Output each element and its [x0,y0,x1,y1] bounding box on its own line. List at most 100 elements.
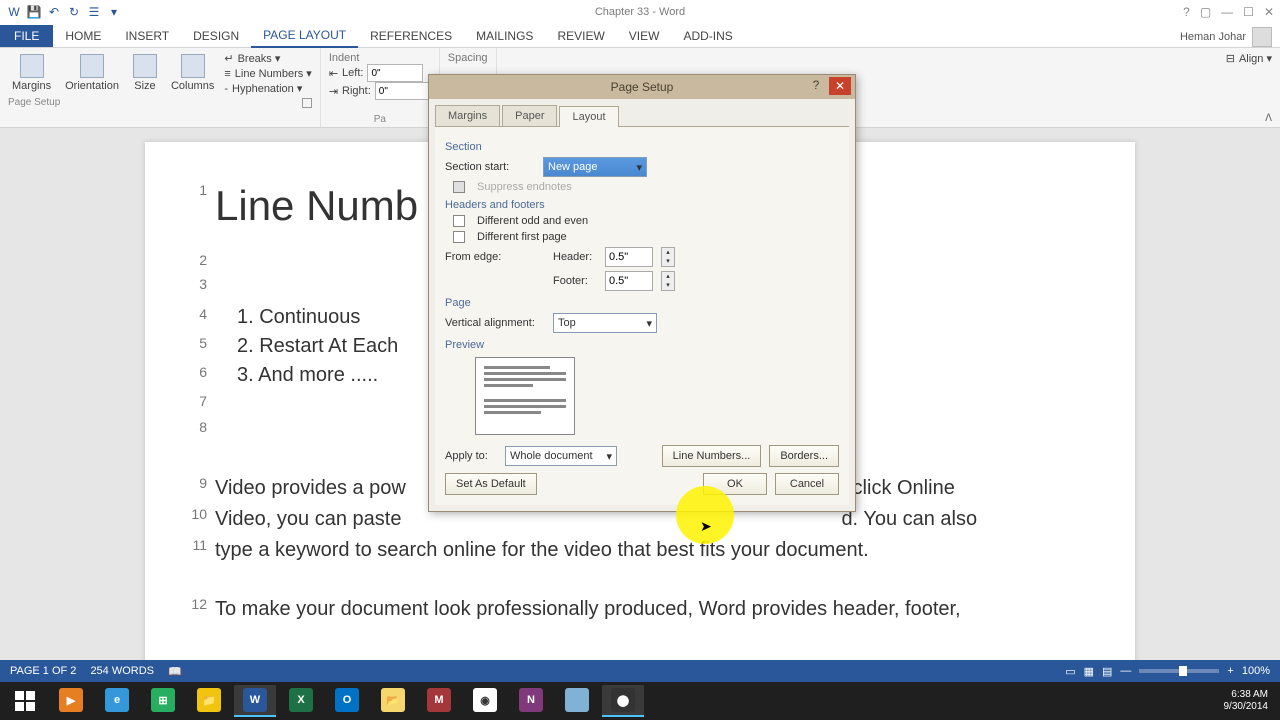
header-spinner[interactable]: ▴▾ [661,247,675,267]
indent-left-input[interactable] [367,64,423,82]
quick-access-toolbar: W 💾 ↶ ↻ ☰ ▾ [0,4,122,20]
dialog-title-bar[interactable]: Page Setup ? ✕ [429,75,855,99]
indent-left-icon: ⇤ [329,67,338,80]
taskbar-excel[interactable]: X [280,685,322,717]
margins-button[interactable]: Margins [8,52,55,95]
redo-icon[interactable]: ↻ [66,4,82,20]
minimize-icon[interactable]: — [1221,5,1233,19]
user-area[interactable]: Heman Johar [1180,27,1280,47]
maximize-icon[interactable]: ☐ [1243,5,1254,19]
tab-view[interactable]: VIEW [617,25,672,47]
touch-mode-icon[interactable]: ☰ [86,4,102,20]
save-icon[interactable]: 💾 [26,4,42,20]
section-start-select[interactable]: New page [543,157,647,177]
line-numbers-button[interactable]: Line Numbers... [662,445,762,467]
avatar [1252,27,1272,47]
dialog-help-icon[interactable]: ? [807,78,825,96]
taskbar-onenote[interactable]: N [510,685,552,717]
indent-right-input[interactable] [375,82,431,100]
close-icon[interactable]: ✕ [1264,5,1274,19]
tab-page-layout[interactable]: PAGE LAYOUT [251,24,358,48]
taskbar: ▶ e ⊞ 📁 W X O 📂 M ◉ N ⬤ 6:38 AM 9/30/201… [0,682,1280,720]
taskbar-files[interactable]: 📁 [188,685,230,717]
taskbar-explorer[interactable]: 📂 [372,685,414,717]
columns-button[interactable]: Columns [167,52,218,95]
tab-home[interactable]: HOME [53,25,113,47]
proofing-icon[interactable]: 📖 [168,665,182,678]
tab-margins[interactable]: Margins [435,105,500,126]
tab-references[interactable]: REFERENCES [358,25,464,47]
tab-mailings[interactable]: MAILINGS [464,25,545,47]
ok-button[interactable]: OK [703,473,767,495]
group-page-setup: Margins Orientation Size Columns ↵Breaks… [0,48,321,127]
vertical-alignment-select[interactable]: Top [553,313,657,333]
suppress-endnotes-checkbox [453,181,465,193]
tab-insert[interactable]: INSERT [113,25,181,47]
zoom-out-icon[interactable]: — [1120,665,1131,677]
group-label-paragraph: Pa [329,112,431,125]
size-button[interactable]: Size [129,52,161,95]
taskbar-clock[interactable]: 6:38 AM 9/30/2014 [1224,689,1277,713]
line-numbers-icon: ≡ [224,68,230,80]
dialog-title: Page Setup [611,80,674,94]
tab-design[interactable]: DESIGN [181,25,251,47]
collapse-ribbon-icon[interactable]: ᐱ [1265,113,1272,124]
taskbar-app1[interactable] [556,685,598,717]
ribbon-options-icon[interactable]: ▢ [1200,5,1211,19]
indent-right-icon: ⇥ [329,85,338,98]
taskbar-media[interactable]: ▶ [50,685,92,717]
word-icon: W [6,4,22,20]
window-controls: ? ▢ — ☐ ✕ [1183,5,1274,19]
tab-layout[interactable]: Layout [559,106,618,127]
preview-box [475,357,575,435]
taskbar-word[interactable]: W [234,685,276,717]
breaks-button[interactable]: ↵Breaks ▾ [224,52,311,65]
window-title: Chapter 33 - Word [595,6,685,18]
align-button[interactable]: ⊟Align ▾ [1226,52,1272,65]
columns-icon [181,54,205,78]
header-distance-input[interactable] [605,247,653,267]
borders-button[interactable]: Borders... [769,445,839,467]
start-button[interactable] [4,685,46,717]
taskbar-access[interactable]: M [418,685,460,717]
margins-icon [20,54,44,78]
set-as-default-button[interactable]: Set As Default [445,473,537,495]
tab-paper[interactable]: Paper [502,105,557,126]
breaks-icon: ↵ [224,52,233,65]
hyphenation-button[interactable]: ‐Hyphenation ▾ [224,82,311,95]
odd-even-checkbox[interactable] [453,215,465,227]
title-bar: W 💾 ↶ ↻ ☰ ▾ Chapter 33 - Word ? ▢ — ☐ ✕ [0,0,1280,24]
taskbar-store[interactable]: ⊞ [142,685,184,717]
tab-addins[interactable]: ADD-INS [671,25,744,47]
orientation-button[interactable]: Orientation [61,52,123,95]
view-print-icon[interactable]: ▦ [1084,665,1094,678]
page-count[interactable]: PAGE 1 OF 2 [10,665,76,677]
first-page-checkbox[interactable] [453,231,465,243]
taskbar-app2[interactable]: ⬤ [602,685,644,717]
cancel-button[interactable]: Cancel [775,473,839,495]
view-read-icon[interactable]: ▭ [1065,665,1075,678]
word-count[interactable]: 254 WORDS [90,665,154,677]
undo-icon[interactable]: ↶ [46,4,62,20]
taskbar-chrome[interactable]: ◉ [464,685,506,717]
line-numbers-button[interactable]: ≡Line Numbers ▾ [224,67,311,80]
zoom-in-icon[interactable]: + [1227,665,1233,677]
taskbar-outlook[interactable]: O [326,685,368,717]
hyphenation-icon: ‐ [224,83,228,95]
footer-distance-input[interactable] [605,271,653,291]
orientation-icon [80,54,104,78]
footer-spinner[interactable]: ▴▾ [661,271,675,291]
taskbar-ie[interactable]: e [96,685,138,717]
zoom-level[interactable]: 100% [1242,665,1270,677]
dialog-body: Section Section start: New page Suppress… [435,126,849,505]
group-indent: Indent ⇤Left: ⇥Right: Pa [321,48,440,127]
page-setup-launcher[interactable] [302,98,312,108]
qat-more-icon[interactable]: ▾ [106,4,122,20]
tab-review[interactable]: REVIEW [545,25,616,47]
view-web-icon[interactable]: ▤ [1102,665,1112,678]
apply-to-select[interactable]: Whole document [505,446,617,466]
help-icon[interactable]: ? [1183,5,1190,19]
group-label-page-setup: Page Setup [8,95,60,108]
dialog-close-icon[interactable]: ✕ [829,77,851,95]
file-tab[interactable]: FILE [0,25,53,47]
